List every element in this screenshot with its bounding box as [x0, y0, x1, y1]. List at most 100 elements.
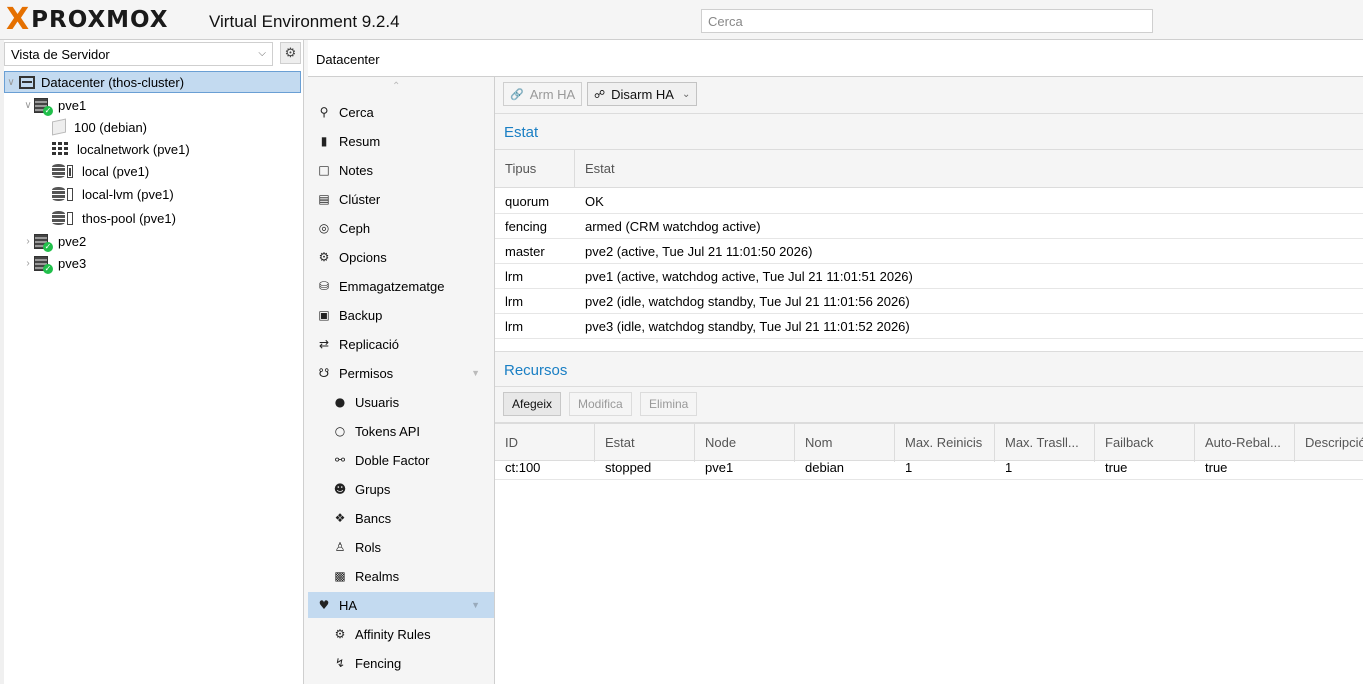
table-cell: lrm	[505, 269, 524, 284]
tree-item-datacenter[interactable]: ∨ Datacenter (thos-cluster)	[4, 71, 301, 93]
content-header: Datacenter	[308, 40, 1363, 77]
menu-item-label: Fencing	[355, 655, 402, 671]
database-icon: ⛁	[318, 279, 330, 293]
menu-item-options[interactable]: ⚙ Opcions	[308, 244, 494, 270]
table-cell: stopped	[605, 460, 652, 475]
tree-item-localnetwork[interactable]: localnetwork (pve1)	[52, 138, 190, 160]
menu-item-cluster[interactable]: ▤ Clúster	[308, 186, 494, 212]
menu-item-groups[interactable]: ☻ Grups	[308, 476, 494, 502]
status-grid-header: Tipus Estat	[495, 150, 1363, 188]
breadcrumb: Datacenter	[316, 52, 380, 67]
edit-resource-button[interactable]: Modifica	[569, 392, 632, 416]
menu-item-ha[interactable]: ♥ HA ▼	[308, 592, 494, 618]
tree-item-storage-local[interactable]: local (pve1)	[52, 160, 149, 182]
tree-item-storage-local-lvm[interactable]: local-lvm (pve1)	[52, 183, 174, 205]
scroll-up-icon[interactable]: ⌃	[392, 81, 400, 92]
menu-item-replication[interactable]: ⇄ Replicació	[308, 331, 494, 357]
menu-item-ceph[interactable]: ◎ Ceph	[308, 215, 494, 241]
menu-item-affinity-rules[interactable]: ⚙ Affinity Rules	[308, 621, 494, 647]
tree-item-label: localnetwork (pve1)	[77, 141, 190, 157]
menu-item-users[interactable]: ● Usuaris	[308, 389, 494, 415]
table-row[interactable]: lrm pve2 (idle, watchdog standby, Tue Ju…	[495, 289, 1363, 314]
collapse-caret-icon[interactable]: ▼	[471, 368, 480, 378]
disarm-ha-label: Disarm HA	[611, 86, 674, 102]
table-row[interactable]: lrm pve1 (active, watchdog active, Tue J…	[495, 264, 1363, 289]
add-resource-button[interactable]: Afegeix	[503, 392, 562, 416]
view-selector[interactable]: Vista de Servidor ⌵	[4, 42, 273, 66]
tree-item-storage-thos-pool[interactable]: thos-pool (pve1)	[52, 207, 176, 229]
column-header[interactable]: Tipus	[495, 150, 575, 188]
menu-item-label: Backup	[339, 307, 383, 323]
menu-item-realms[interactable]: ▩ Realms	[308, 563, 494, 589]
gear-icon: ⚙	[318, 250, 330, 264]
menu-item-roles[interactable]: ♙ Rols	[308, 534, 494, 560]
storage-icon	[52, 186, 76, 202]
menu-item-label: Permisos	[339, 365, 394, 381]
collapse-caret-icon[interactable]: ▼	[471, 600, 480, 610]
panel-gutter	[0, 40, 4, 684]
tree-item-pve2[interactable]: › ✓ pve2	[22, 230, 86, 252]
menu-item-api-tokens[interactable]: ○ Tokens API	[308, 418, 494, 444]
expand-icon[interactable]: ›	[22, 236, 34, 247]
table-cell: true	[1205, 460, 1228, 475]
arm-ha-button[interactable]: 🔗 Arm HA	[503, 82, 583, 106]
tree-item-container-100[interactable]: 100 (debian)	[52, 116, 147, 138]
collapse-icon[interactable]: ∨	[5, 77, 17, 88]
menu-item-pools[interactable]: ❖ Bancs	[308, 505, 494, 531]
table-cell: fencing	[505, 219, 547, 234]
search-input[interactable]	[701, 9, 1153, 33]
tree-item-pve3[interactable]: › ✓ pve3	[22, 252, 86, 274]
menu-item-label: Affinity Rules	[355, 626, 431, 642]
table-row[interactable]: fencing armed (CRM watchdog active)	[495, 214, 1363, 239]
heartbeat-icon: ♥	[318, 598, 330, 612]
table-row[interactable]: lrm pve3 (idle, watchdog standby, Tue Ju…	[495, 314, 1363, 339]
view-selector-value: Vista de Servidor	[11, 47, 110, 62]
table-cell: pve2 (idle, watchdog standby, Tue Jul 21…	[585, 294, 910, 309]
link-icon: 🔗	[510, 87, 524, 101]
table-cell: debian	[805, 460, 845, 475]
menu-item-label: Bancs	[355, 510, 392, 526]
floppy-icon: ▣	[318, 308, 330, 322]
table-cell	[1295, 455, 1363, 480]
table-cell: pve1	[705, 460, 734, 475]
arm-ha-label: Arm HA	[529, 86, 576, 102]
column-header[interactable]: Estat	[575, 150, 1363, 188]
menu-item-label: Cerca	[339, 104, 374, 120]
tree-item-label: local-lvm (pve1)	[82, 186, 174, 202]
menu-item-label: Tokens API	[355, 423, 421, 439]
table-cell: quorum	[505, 194, 550, 209]
table-row[interactable]: master pve2 (active, Tue Jul 21 11:01:50…	[495, 239, 1363, 264]
table-cell: 1	[905, 460, 913, 475]
node-online-icon: ✓	[34, 97, 53, 116]
table-cell: lrm	[505, 294, 524, 309]
chevron-down-icon: ⌄	[681, 88, 691, 100]
proxmox-logo[interactable]: X PROXMOX	[6, 5, 169, 35]
ha-main-panel: 🔗 Arm HA ☍ Disarm HA ⌄ Estat Tipus Estat…	[495, 77, 1363, 684]
table-row[interactable]: ct:100 stopped pve1 debian 1 1 true true	[495, 455, 1363, 480]
tree-settings-button[interactable]: ⚙	[280, 42, 301, 64]
table-row[interactable]: quorum OK	[495, 189, 1363, 214]
menu-item-permissions[interactable]: ☋ Permisos ▼	[308, 360, 494, 386]
menu-item-notes[interactable]: □ Notes	[308, 157, 494, 183]
menu-item-backup[interactable]: ▣ Backup	[308, 302, 494, 328]
menu-item-summary[interactable]: ▮ Resum	[308, 128, 494, 154]
table-cell: pve3 (idle, watchdog standby, Tue Jul 21…	[585, 319, 910, 334]
menu-item-fencing[interactable]: ↯ Fencing	[308, 650, 494, 676]
user-icon: ●	[334, 395, 346, 409]
logo-text: PROXMOX	[31, 7, 169, 33]
ha-toolbar: 🔗 Arm HA ☍ Disarm HA ⌄	[495, 77, 1363, 114]
menu-item-label: Clúster	[339, 191, 381, 207]
tree-item-pve1[interactable]: ∨ ✓ pve1	[22, 94, 86, 116]
user-outline-icon: ○	[334, 424, 346, 438]
menu-item-two-factor[interactable]: ⚯ Doble Factor	[308, 447, 494, 473]
collapse-icon[interactable]: ∨	[22, 100, 34, 111]
expand-icon[interactable]: ›	[22, 258, 34, 269]
remove-resource-button[interactable]: Elimina	[640, 392, 698, 416]
disarm-ha-button[interactable]: ☍ Disarm HA ⌄	[587, 82, 698, 106]
bolt-icon: ↯	[334, 656, 346, 670]
menu-item-search[interactable]: ⚲ Cerca	[308, 99, 494, 125]
note-icon: □	[318, 163, 330, 177]
gear-icon: ⚙	[284, 45, 297, 60]
network-icon	[52, 142, 68, 156]
menu-item-storage[interactable]: ⛁ Emmagatzematge	[308, 273, 494, 299]
